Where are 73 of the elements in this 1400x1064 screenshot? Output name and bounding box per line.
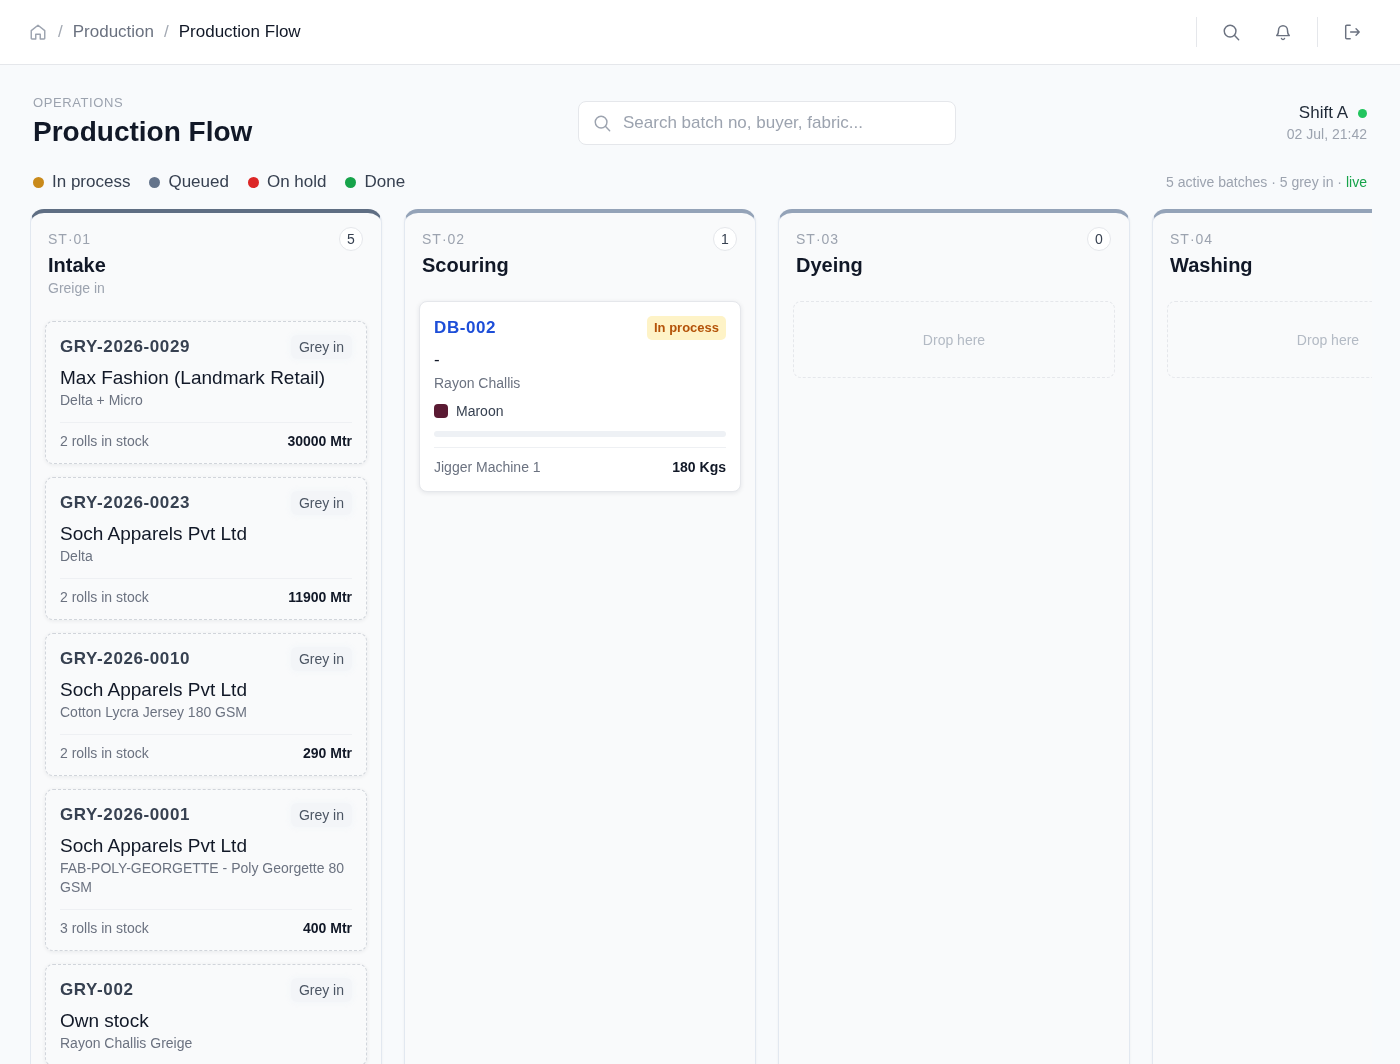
- quantity: 290 Mtr: [302, 744, 352, 763]
- breadcrumb-separator: /: [58, 22, 63, 42]
- stock-card[interactable]: GRY-2026-0001 Grey in Soch Apparels Pvt Ltd FAB-POLY-GEORGETTE - Poly Georgette 80 GSM 3 rolls in stock 400 Mtr: [45, 789, 367, 951]
- stock-card[interactable]: GRY-2026-0023 Grey in Soch Apparels Pvt Ltd Delta 2 rolls in stock 11900 Mtr: [45, 477, 367, 620]
- shade-name: Maroon: [456, 402, 504, 421]
- stock-card[interactable]: GRY-2026-0010 Grey in Soch Apparels Pvt Ltd Cotton Lycra Jersey 180 GSM 2 rolls in stock 290 Mtr: [45, 633, 367, 776]
- quantity: 30000 Mtr: [287, 432, 352, 451]
- buyer-name: Soch Apparels Pvt Ltd: [60, 834, 248, 858]
- search-icon[interactable]: [1222, 23, 1240, 41]
- batch-id: GRY-2026-0001: [60, 804, 191, 826]
- quantity: 400 Mtr: [302, 919, 352, 938]
- stage-title: Scouring: [422, 253, 510, 278]
- count-badge: 5: [339, 227, 363, 251]
- batch-summary: 5 active batches · 5 grey in ·: [1166, 174, 1342, 190]
- buyer-name: Soch Apparels Pvt Ltd: [60, 522, 248, 546]
- stage-code: ST·03: [796, 231, 840, 247]
- buyer-name: Max Fashion (Landmark Retail): [60, 366, 327, 390]
- breadcrumb-link[interactable]: Production: [72, 22, 154, 42]
- fabric-name: Delta + Micro: [60, 391, 144, 410]
- fabric-name: Rayon Challis Greige: [60, 1034, 194, 1053]
- machine-name: Jigger Machine 1: [434, 458, 541, 477]
- stage-title: Dyeing: [796, 253, 864, 278]
- home-icon[interactable]: [29, 23, 47, 41]
- batch-card[interactable]: DB-002 In process - Rayon Challis Maroon Jigger Machine 1 180 Kgs: [419, 301, 741, 492]
- search-field[interactable]: Search batch no, buyer, fabric...: [578, 101, 956, 145]
- bell-icon[interactable]: [1274, 23, 1292, 41]
- stage-code: ST·04: [1170, 231, 1214, 247]
- status-tag: Grey in: [290, 335, 352, 359]
- page-title: Production Flow: [33, 115, 254, 149]
- stage-subtitle: Greige in: [48, 279, 106, 298]
- breadcrumb-separator: /: [164, 22, 169, 42]
- logout-icon[interactable]: [1343, 23, 1361, 41]
- roll-count: 2 rolls in stock: [60, 432, 149, 451]
- legend-label: In process: [52, 172, 131, 192]
- status-badge: In process: [646, 316, 726, 340]
- batch-id: GRY-2026-0029: [60, 336, 191, 358]
- fabric-name: Rayon Challis: [434, 374, 522, 393]
- section-eyebrow: OPERATIONS: [33, 95, 125, 111]
- quantity: 11900 Mtr: [288, 588, 352, 607]
- roll-count: 2 rolls in stock: [60, 744, 149, 763]
- status-tag: Grey in: [290, 803, 352, 827]
- stock-card[interactable]: GRY-002 Grey in Own stock Rayon Challis Greige: [45, 964, 367, 1064]
- stock-card[interactable]: GRY-2026-0029 Grey in Max Fashion (Landmark Retail) Delta + Micro 2 rolls in stock 30000 Mtr: [45, 321, 367, 464]
- legend-label: Queued: [168, 172, 229, 192]
- roll-count: 2 rolls in stock: [60, 588, 149, 607]
- buyer-name: Own stock: [60, 1009, 150, 1033]
- stage-code: ST·01: [48, 231, 92, 247]
- fabric-name: Cotton Lycra Jersey 180 GSM: [60, 703, 248, 722]
- fabric-name: Delta: [60, 547, 94, 566]
- status-tag: Grey in: [290, 491, 352, 515]
- buyer-name: Soch Apparels Pvt Ltd: [60, 678, 248, 702]
- legend-label: Done: [364, 172, 406, 192]
- stage-title: Intake: [48, 253, 107, 278]
- shift-datetime: 02 Jul, 21:42: [1285, 125, 1367, 143]
- batch-id: GRY-2026-0023: [60, 492, 191, 514]
- roll-count: 3 rolls in stock: [60, 919, 149, 938]
- fabric-name: FAB-POLY-GEORGETTE - Poly Georgette 80 GSM: [60, 859, 345, 897]
- batch-link[interactable]: DB-002: [434, 316, 497, 340]
- quantity: 180 Kgs: [672, 458, 726, 477]
- search-icon: [593, 114, 611, 132]
- count-badge: 0: [1087, 227, 1111, 251]
- buyer-name: -: [434, 349, 441, 371]
- stage-code: ST·02: [422, 231, 466, 247]
- status-tag: Grey in: [290, 647, 352, 671]
- status-tag: Grey in: [290, 978, 352, 1002]
- batch-id: GRY-2026-0010: [60, 648, 191, 670]
- live-indicator: live: [1346, 174, 1367, 190]
- count-badge: 1: [713, 227, 737, 251]
- breadcrumb-link[interactable]: Production Flow: [178, 22, 301, 42]
- shift-name: Shift A: [1298, 103, 1348, 123]
- legend-label: On hold: [266, 172, 327, 192]
- batch-id: GRY-002: [60, 979, 134, 1001]
- stage-title: Washing: [1170, 253, 1254, 278]
